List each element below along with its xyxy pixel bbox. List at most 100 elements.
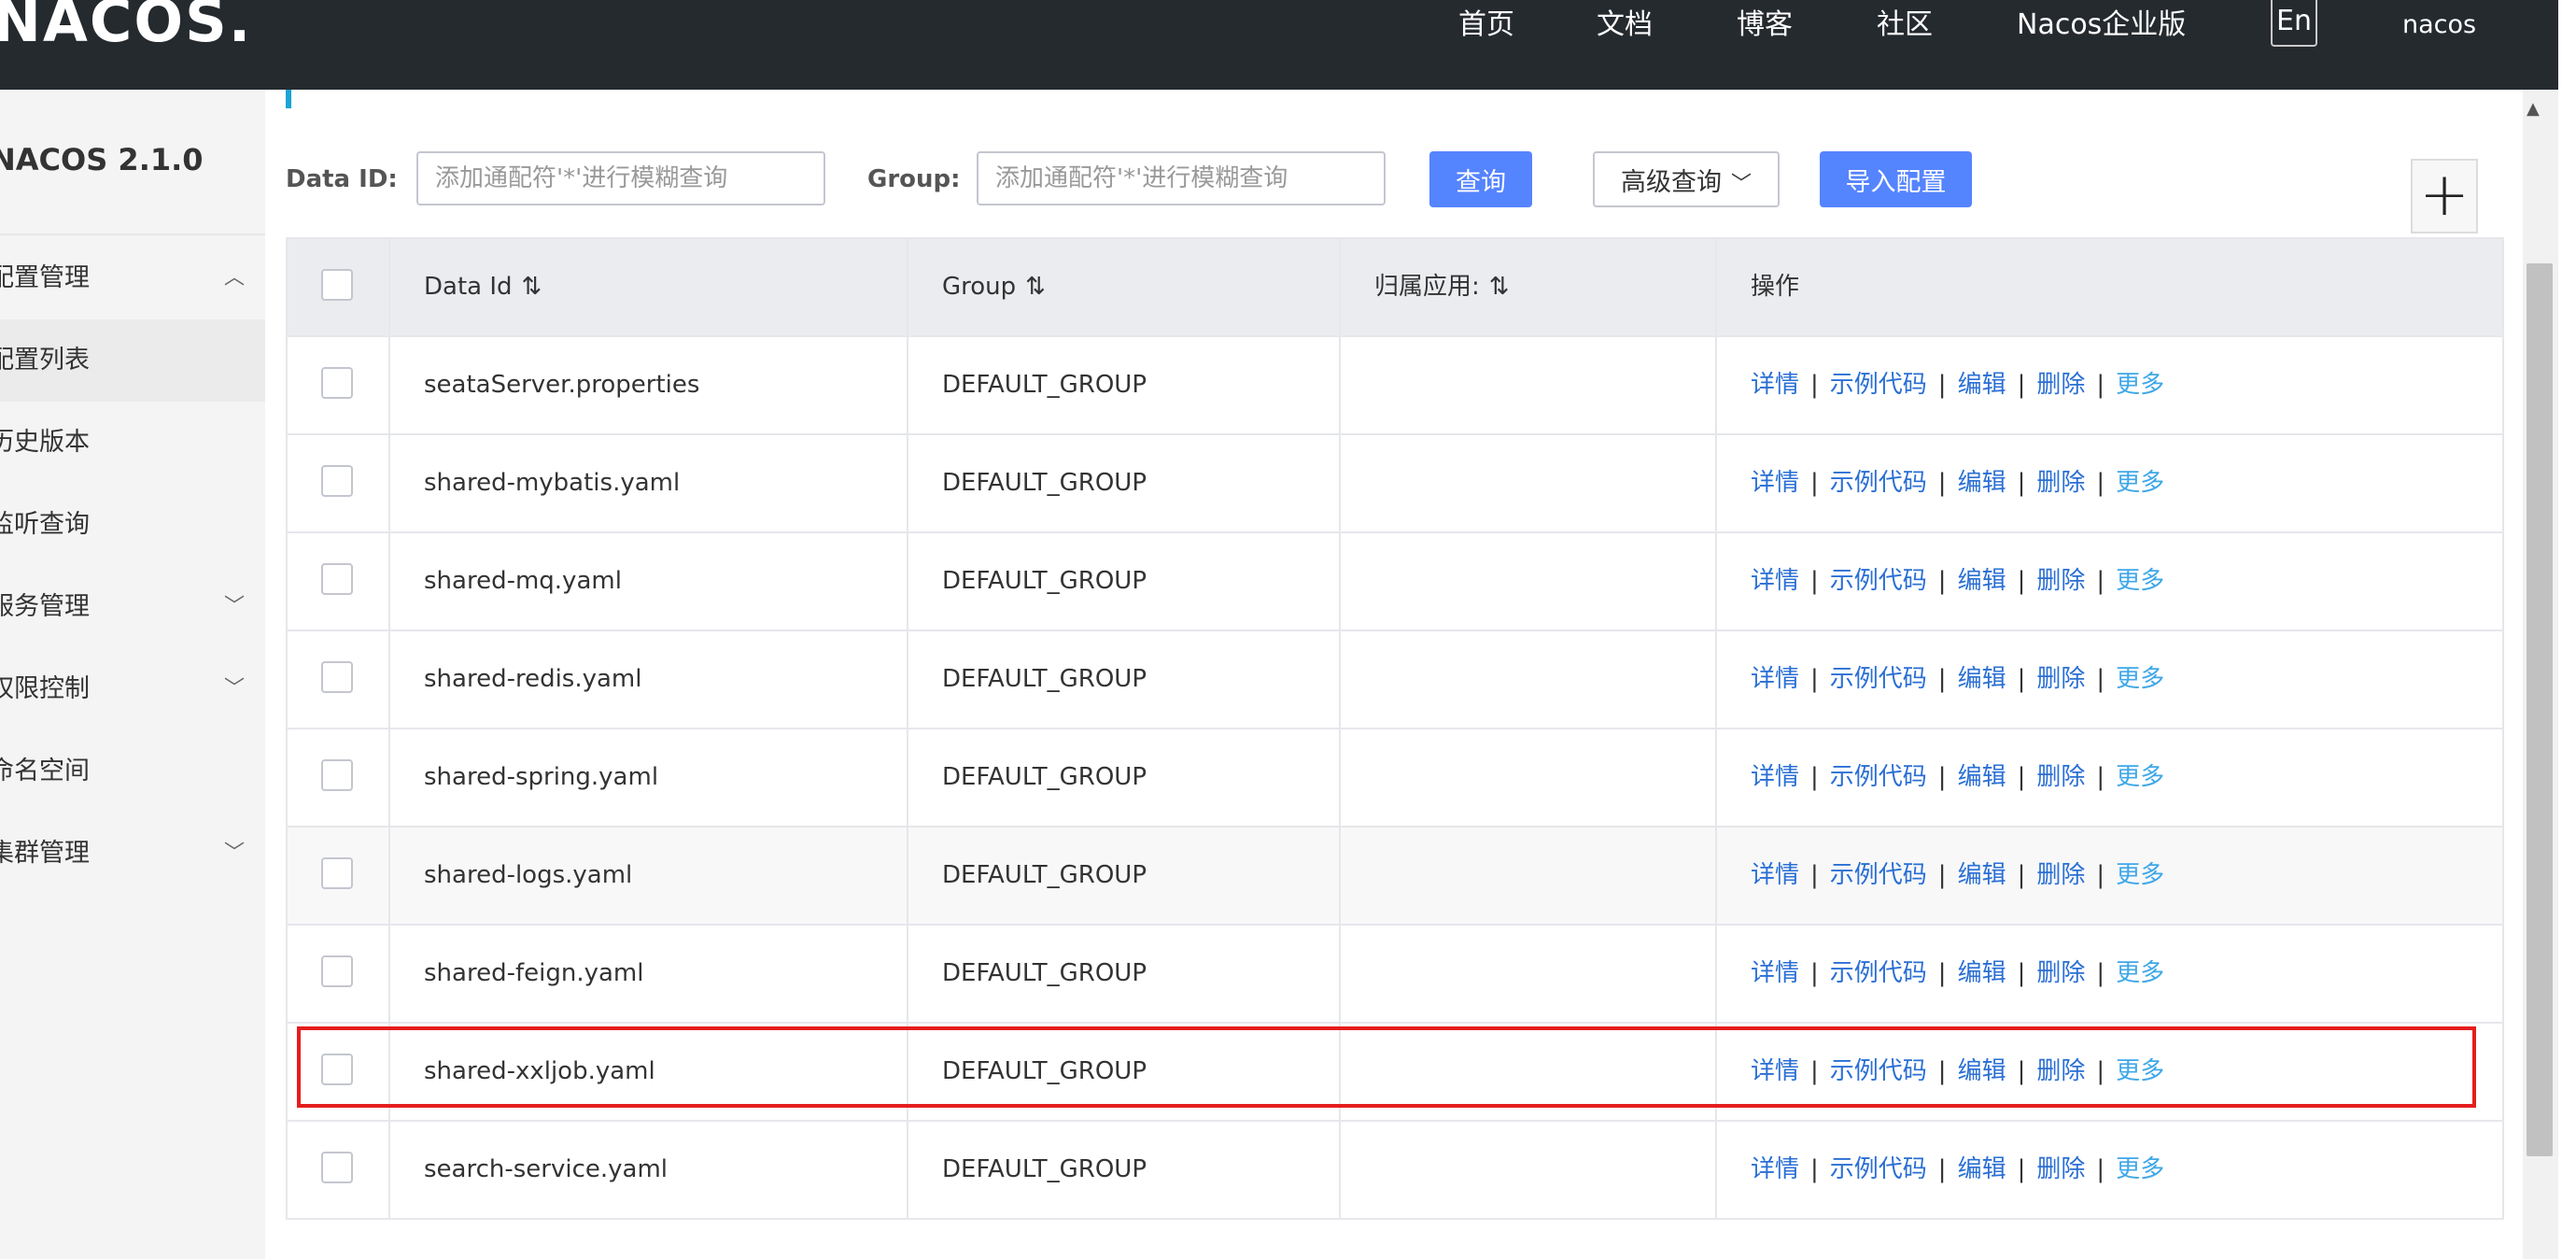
delete-link[interactable]: 删除 [2036,861,2085,889]
sample-code-link[interactable]: 示例代码 [1830,567,1927,595]
detail-link[interactable]: 详情 [1751,1057,1799,1085]
top-nav-bar: NACOS. 首页 文档 博客 社区 Nacos企业版 En nacos [0,0,2576,90]
delete-link[interactable]: 删除 [2036,1155,2085,1183]
sort-icon[interactable]: ⇅ [522,273,542,301]
app-cell [1341,631,1717,728]
sample-code-link[interactable]: 示例代码 [1830,469,1927,497]
column-header-dataid[interactable]: Data Id ⇅ [390,239,908,335]
sidebar-item-listener-query[interactable]: 监听查询 [0,484,265,566]
delete-link[interactable]: 删除 [2036,567,2085,595]
edit-link[interactable]: 编辑 [1958,1155,2006,1183]
delete-link[interactable]: 删除 [2036,665,2085,693]
sample-code-link[interactable]: 示例代码 [1830,665,1927,693]
import-config-button[interactable]: 导入配置 [1820,151,1972,207]
sample-code-link[interactable]: 示例代码 [1830,763,1927,791]
more-link[interactable]: 更多 [2116,1155,2164,1183]
dataid-search-input[interactable] [416,151,825,205]
sidebar-item-service-management[interactable]: 服务管理 ﹀ [0,566,265,648]
nav-community[interactable]: 社区 [1877,0,1933,50]
delete-link[interactable]: 删除 [2036,469,2085,497]
edit-link[interactable]: 编辑 [1958,665,2006,693]
more-link[interactable]: 更多 [2116,763,2164,791]
language-switch-button[interactable]: En [2271,0,2317,47]
sample-code-link[interactable]: 示例代码 [1830,371,1927,399]
sort-icon[interactable]: ⇅ [1489,273,1510,301]
separator: | [1937,959,1947,987]
row-checkbox[interactable] [321,759,353,791]
nav-enterprise[interactable]: Nacos企业版 [2017,0,2186,50]
sort-icon[interactable]: ⇅ [1025,273,1046,301]
row-checkbox-cell [288,631,390,728]
sample-code-link[interactable]: 示例代码 [1830,1155,1927,1183]
edit-link[interactable]: 编辑 [1958,861,2006,889]
more-link[interactable]: 更多 [2116,469,2164,497]
detail-link[interactable]: 详情 [1751,763,1799,791]
row-checkbox[interactable] [321,465,353,497]
sidebar-item-namespace[interactable]: 命名空间 [0,730,265,813]
edit-link[interactable]: 编辑 [1958,371,2006,399]
row-checkbox[interactable] [321,661,353,693]
detail-link[interactable]: 详情 [1751,1155,1799,1183]
detail-link[interactable]: 详情 [1751,959,1799,987]
delete-link[interactable]: 删除 [2036,371,2085,399]
select-all-checkbox[interactable] [321,269,353,301]
nav-blog[interactable]: 博客 [1737,0,1793,50]
sample-code-link[interactable]: 示例代码 [1830,861,1927,889]
dataid-cell: shared-mq.yaml [390,533,908,630]
detail-link[interactable]: 详情 [1751,861,1799,889]
sidebar-item-config-management[interactable]: 配置管理 ︿ [0,237,265,319]
nav-docs[interactable]: 文档 [1597,0,1653,50]
advanced-query-label: 高级查询 [1620,167,1722,197]
nav-home[interactable]: 首页 [1458,0,1514,50]
group-search-input[interactable] [977,151,1386,205]
separator: | [1810,959,1819,987]
sample-code-link[interactable]: 示例代码 [1830,959,1927,987]
sample-code-link[interactable]: 示例代码 [1830,1057,1927,1085]
separator: | [2096,763,2105,791]
column-header-group[interactable]: Group ⇅ [908,239,1341,335]
more-link[interactable]: 更多 [2116,1057,2164,1085]
delete-link[interactable]: 删除 [2036,763,2085,791]
separator: | [2017,567,2026,595]
detail-link[interactable]: 详情 [1751,567,1799,595]
group-cell: DEFAULT_GROUP [908,533,1341,630]
row-checkbox[interactable] [321,367,353,399]
row-checkbox[interactable] [321,857,353,889]
scroll-up-arrow-icon[interactable]: ▲ [2527,99,2540,119]
nacos-logo[interactable]: NACOS. [0,0,252,50]
edit-link[interactable]: 编辑 [1958,1057,2006,1085]
row-checkbox-cell [288,533,390,630]
add-config-button[interactable]: + [2411,159,2478,233]
more-link[interactable]: 更多 [2116,665,2164,693]
separator: | [2017,1155,2026,1183]
more-link[interactable]: 更多 [2116,567,2164,595]
row-checkbox[interactable] [321,955,353,987]
detail-link[interactable]: 详情 [1751,371,1799,399]
user-name[interactable]: nacos [2402,0,2476,50]
detail-link[interactable]: 详情 [1751,469,1799,497]
group-cell: DEFAULT_GROUP [908,337,1341,433]
sidebar-item-access-control[interactable]: 权限控制 ﹀ [0,648,265,730]
sidebar-item-config-list[interactable]: 配置列表 [0,319,265,402]
row-checkbox[interactable] [321,1054,353,1085]
sidebar-item-label: 集群管理 [0,839,90,868]
edit-link[interactable]: 编辑 [1958,959,2006,987]
more-link[interactable]: 更多 [2116,371,2164,399]
more-link[interactable]: 更多 [2116,959,2164,987]
row-checkbox[interactable] [321,563,353,595]
sidebar-item-history[interactable]: 历史版本 [0,402,265,484]
row-checkbox[interactable] [321,1152,353,1183]
more-link[interactable]: 更多 [2116,861,2164,889]
app-cell [1341,729,1717,826]
edit-link[interactable]: 编辑 [1958,567,2006,595]
edit-link[interactable]: 编辑 [1958,469,2006,497]
delete-link[interactable]: 删除 [2036,1057,2085,1085]
edit-link[interactable]: 编辑 [1958,763,2006,791]
query-button[interactable]: 查询 [1429,151,1532,207]
column-header-app[interactable]: 归属应用: ⇅ [1341,239,1717,335]
delete-link[interactable]: 删除 [2036,959,2085,987]
sidebar-item-cluster-management[interactable]: 集群管理 ﹀ [0,813,265,895]
detail-link[interactable]: 详情 [1751,665,1799,693]
advanced-query-button[interactable]: 高级查询 ﹀ [1593,151,1780,207]
scrollbar-thumb[interactable] [2527,263,2553,1156]
